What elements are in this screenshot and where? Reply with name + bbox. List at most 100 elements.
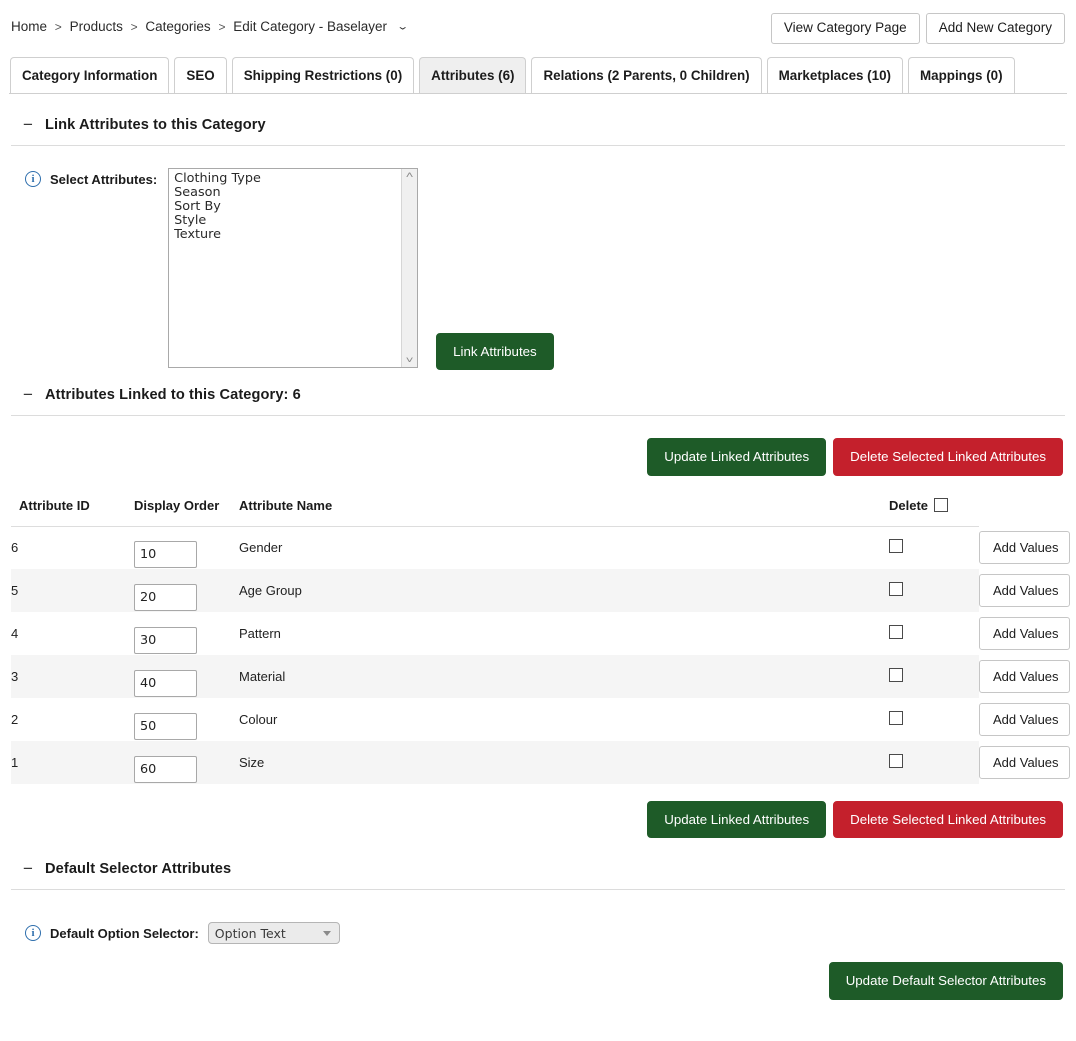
tab-shipping-restrictions[interactable]: Shipping Restrictions (0)	[231, 57, 415, 93]
table-row: 2 Colour Add Values	[11, 698, 1076, 742]
cell-actions: Add Values	[979, 612, 1076, 656]
breadcrumb: Home > Products > Categories > Edit Cate…	[11, 19, 409, 34]
row-delete-checkbox[interactable]	[889, 625, 903, 640]
section-title-default-selector: Default Selector Attributes	[45, 860, 232, 877]
default-option-selector-value: Option Text	[214, 925, 286, 941]
main-content: − Link Attributes to this Category i Sel…	[0, 94, 1076, 1000]
row-delete-checkbox[interactable]	[889, 754, 903, 769]
display-order-input[interactable]	[134, 670, 197, 698]
cell-display-order	[134, 612, 239, 655]
cell-display-order	[134, 569, 239, 613]
collapse-toggle-linked-attributes[interactable]: −	[11, 386, 45, 403]
section-header-linked-attributes: − Attributes Linked to this Category: 6	[11, 370, 1065, 417]
view-category-page-button[interactable]: View Category Page	[770, 13, 920, 44]
cell-actions: Add Values	[979, 526, 1076, 570]
row-delete-checkbox[interactable]	[889, 668, 903, 683]
breadcrumb-item-categories[interactable]: Categories	[145, 19, 210, 34]
tab-mappings[interactable]: Mappings (0)	[908, 57, 1015, 93]
listbox-options[interactable]: Clothing Type Season Sort By Style Textu…	[169, 169, 401, 367]
default-selector-actions: Update Default Selector Attributes	[11, 944, 1065, 1000]
delete-selected-linked-attributes-button-top[interactable]: Delete Selected Linked Attributes	[833, 438, 1063, 476]
cell-attribute-name: Gender	[239, 540, 283, 556]
add-values-button[interactable]: Add Values	[979, 746, 1070, 780]
add-values-button[interactable]: Add Values	[979, 703, 1070, 737]
list-item[interactable]: Season	[172, 186, 401, 200]
cell-attribute-id: 1	[11, 741, 134, 785]
row-delete-checkbox[interactable]	[889, 539, 903, 554]
table-row: 1 Size Add Values	[11, 741, 1076, 785]
cell-delete	[889, 655, 979, 699]
tab-seo[interactable]: SEO	[174, 57, 227, 93]
breadcrumb-item-products[interactable]: Products	[70, 19, 123, 34]
display-order-input[interactable]	[134, 713, 197, 741]
breadcrumb-separator: >	[218, 20, 226, 34]
display-order-input[interactable]	[134, 584, 197, 612]
cell-attribute-id: 5	[11, 569, 134, 613]
add-new-category-button[interactable]: Add New Category	[925, 13, 1065, 44]
add-values-button[interactable]: Add Values	[979, 574, 1070, 608]
list-item[interactable]: Texture	[172, 228, 401, 242]
breadcrumb-item-home[interactable]: Home	[11, 19, 47, 34]
link-attributes-button[interactable]: Link Attributes	[436, 333, 554, 371]
cell-attribute-id: 4	[11, 626, 19, 642]
default-option-selector-row: i Default Option Selector: Option Text	[11, 890, 1065, 945]
column-header-attribute-id: Attribute ID	[11, 497, 134, 527]
linked-attributes-table: Attribute ID Display Order Attribute Nam…	[11, 497, 1076, 785]
row-delete-checkbox[interactable]	[889, 711, 903, 726]
chevron-down-icon[interactable]: ⌄	[396, 21, 408, 32]
display-order-input[interactable]	[134, 756, 197, 784]
select-attributes-listbox[interactable]: Clothing Type Season Sort By Style Textu…	[168, 168, 419, 368]
tab-category-information[interactable]: Category Information	[10, 57, 170, 93]
table-row: 5 Age Group Add Values	[11, 569, 1076, 613]
top-bar: Home > Products > Categories > Edit Cate…	[0, 0, 1076, 56]
column-header-attribute-name: Attribute Name	[239, 497, 889, 527]
add-values-button[interactable]: Add Values	[979, 617, 1070, 651]
update-linked-attributes-button-bottom[interactable]: Update Linked Attributes	[647, 801, 827, 839]
table-body: 6 Gender Add Values 5	[11, 526, 1076, 785]
display-order-input[interactable]	[134, 627, 197, 655]
cell-display-order	[134, 698, 239, 741]
section-title-linked-attributes: Attributes Linked to this Category: 6	[45, 386, 301, 403]
column-header-actions	[979, 498, 1076, 527]
collapse-toggle-default-selector[interactable]: −	[11, 860, 45, 877]
collapse-toggle-link-attributes[interactable]: −	[11, 116, 45, 133]
chevron-down-icon[interactable]	[322, 930, 331, 936]
add-values-button[interactable]: Add Values	[979, 660, 1070, 694]
update-default-selector-attributes-button[interactable]: Update Default Selector Attributes	[828, 962, 1063, 1000]
display-order-input[interactable]	[134, 541, 197, 569]
tab-relations[interactable]: Relations (2 Parents, 0 Children)	[531, 57, 762, 93]
section-title-link-attributes: Link Attributes to this Category	[45, 116, 266, 133]
breadcrumb-separator: >	[130, 20, 138, 34]
add-values-button[interactable]: Add Values	[979, 531, 1070, 565]
scroll-up-icon[interactable]: ˄	[406, 171, 414, 180]
list-item[interactable]: Style	[172, 214, 401, 228]
default-option-selector-label: Default Option Selector:	[50, 925, 199, 941]
list-item[interactable]: Sort By	[172, 200, 401, 214]
cell-delete	[889, 741, 979, 785]
tab-attributes[interactable]: Attributes (6)	[419, 57, 527, 93]
cell-actions: Add Values	[979, 655, 1076, 699]
default-option-selector-dropdown[interactable]: Option Text	[207, 922, 340, 945]
update-linked-attributes-button-top[interactable]: Update Linked Attributes	[647, 438, 827, 476]
table-row: 3 Material Add Values	[11, 655, 1076, 699]
listbox-scrollbar[interactable]: ˄ ˅	[401, 169, 418, 367]
table-row: 6 Gender Add Values	[11, 526, 1076, 570]
cell-attribute-id: 2	[11, 712, 19, 728]
cell-display-order	[134, 526, 239, 569]
tab-marketplaces[interactable]: Marketplaces (10)	[766, 57, 903, 93]
header-actions: View Category Page Add New Category	[770, 13, 1065, 44]
scroll-down-icon[interactable]: ˅	[406, 356, 414, 365]
breadcrumb-item-edit-category[interactable]: Edit Category - Baselayer	[233, 19, 387, 34]
page-root: Home > Products > Categories > Edit Cate…	[0, 0, 1076, 1041]
cell-delete	[889, 569, 979, 613]
row-delete-checkbox[interactable]	[889, 582, 903, 597]
list-item[interactable]: Clothing Type	[172, 172, 401, 186]
linked-attributes-actions-top: Update Linked Attributes Delete Selected…	[11, 416, 1065, 476]
breadcrumb-separator: >	[54, 20, 62, 34]
linked-attributes-actions-bottom: Update Linked Attributes Delete Selected…	[11, 784, 1065, 839]
select-all-delete-checkbox[interactable]	[934, 498, 949, 513]
tab-bar: Category Information SEO Shipping Restri…	[9, 56, 1067, 94]
select-attributes-row: i Select Attributes: Clothing Type Seaso…	[11, 146, 1065, 371]
cell-delete	[889, 612, 979, 655]
delete-selected-linked-attributes-button-bottom[interactable]: Delete Selected Linked Attributes	[833, 801, 1063, 839]
